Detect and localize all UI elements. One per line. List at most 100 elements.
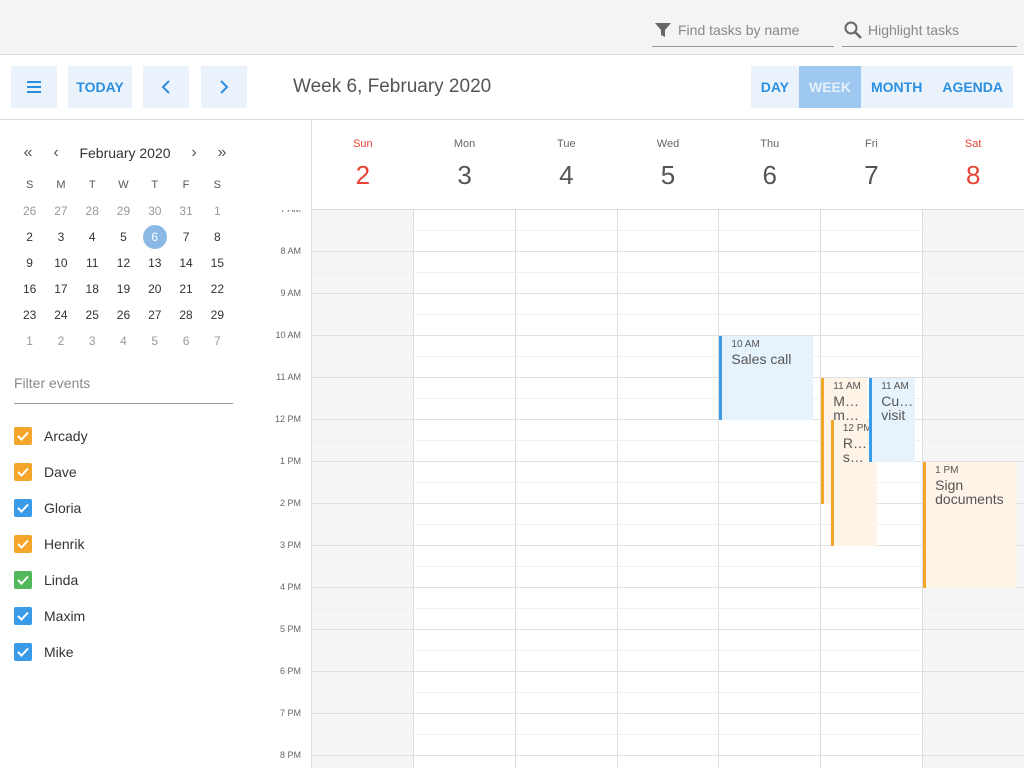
day-header-sun[interactable]: Sun 2 <box>312 120 414 209</box>
next-week-button[interactable] <box>201 66 247 108</box>
mini-calendar-day[interactable]: 18 <box>77 282 108 296</box>
time-label: 7 PM <box>279 708 301 718</box>
prev-year-icon[interactable]: « <box>14 144 42 162</box>
event-time: 11 AM <box>833 381 861 392</box>
mini-calendar-day[interactable]: 19 <box>108 282 139 296</box>
resource-filter-item[interactable]: Linda <box>14 562 88 598</box>
checkbox-checked-icon[interactable] <box>14 607 32 625</box>
next-month-icon[interactable]: › <box>180 144 208 162</box>
mini-calendar-day[interactable]: 7 <box>170 230 201 244</box>
resource-filter-item[interactable]: Henrik <box>14 526 88 562</box>
view-month-button[interactable]: MONTH <box>861 66 933 108</box>
checkbox-checked-icon[interactable] <box>14 499 32 517</box>
checkbox-checked-icon[interactable] <box>14 643 32 661</box>
calendar-event[interactable]: 1 PM Sign documents <box>923 462 1017 588</box>
resource-filter-item[interactable]: Maxim <box>14 598 88 634</box>
mini-calendar-day[interactable]: 26 <box>108 308 139 322</box>
mini-calendar-day[interactable]: 4 <box>108 334 139 348</box>
view-week-button[interactable]: WEEK <box>799 66 861 108</box>
menu-button[interactable] <box>11 66 57 108</box>
mini-calendar-day[interactable]: 17 <box>45 282 76 296</box>
mini-calendar-day[interactable]: 21 <box>170 282 201 296</box>
mini-calendar-day[interactable]: 3 <box>77 334 108 348</box>
checkbox-checked-icon[interactable] <box>14 571 32 589</box>
calendar-event[interactable]: 10 AM Sales call <box>719 336 814 420</box>
time-label: 2 PM <box>279 498 301 508</box>
mini-calendar-week: 16 17 18 19 20 21 22 <box>14 276 233 302</box>
mini-calendar-day[interactable]: 6 <box>170 334 201 348</box>
mini-calendar-day[interactable]: 11 <box>77 256 108 270</box>
event-time: 10 AM <box>731 339 760 350</box>
mini-calendar-day[interactable]: 31 <box>170 204 201 218</box>
half-hour-line <box>312 356 1024 357</box>
next-year-icon[interactable]: » <box>208 144 236 162</box>
mini-calendar-day[interactable]: 10 <box>45 256 76 270</box>
mini-calendar-day[interactable]: 14 <box>170 256 201 270</box>
mini-calendar-day[interactable]: 7 <box>202 334 233 348</box>
mini-calendar-day[interactable]: 29 <box>202 308 233 322</box>
mini-calendar-day[interactable]: 26 <box>14 204 45 218</box>
resource-filter-item[interactable]: Arcady <box>14 418 88 454</box>
find-tasks-field[interactable]: Find tasks by name <box>652 13 834 47</box>
mini-calendar-day[interactable]: 27 <box>45 204 76 218</box>
mini-calendar-day[interactable]: 2 <box>14 230 45 244</box>
mini-calendar-week: 9 10 11 12 13 14 15 <box>14 250 233 276</box>
mini-calendar-day[interactable]: 29 <box>108 204 139 218</box>
checkbox-checked-icon[interactable] <box>14 427 32 445</box>
mini-calendar-day[interactable]: 3 <box>45 230 76 244</box>
checkbox-checked-icon[interactable] <box>14 463 32 481</box>
mini-calendar-day[interactable]: 16 <box>14 282 45 296</box>
mini-calendar-day[interactable]: 30 <box>139 204 170 218</box>
today-button[interactable]: TODAY <box>68 66 132 108</box>
day-header-wed[interactable]: Wed 5 <box>617 120 719 209</box>
mini-calendar-day[interactable]: 24 <box>45 308 76 322</box>
mini-calendar-day[interactable]: 2 <box>45 334 76 348</box>
highlight-tasks-field[interactable]: Highlight tasks <box>842 13 1017 47</box>
view-day-button[interactable]: DAY <box>750 66 799 108</box>
day-header-thu[interactable]: Thu 6 <box>719 120 821 209</box>
mini-calendar-day[interactable]: 15 <box>202 256 233 270</box>
previous-week-button[interactable] <box>143 66 189 108</box>
event-title: Sales call <box>731 351 792 367</box>
day-header-tue[interactable]: Tue 4 <box>515 120 617 209</box>
mini-calendar-day[interactable]: 27 <box>139 308 170 322</box>
mini-calendar-day[interactable]: 9 <box>14 256 45 270</box>
day-name: Sun <box>353 138 373 150</box>
resource-filter-item[interactable]: Dave <box>14 454 88 490</box>
mini-calendar-day[interactable]: 1 <box>202 204 233 218</box>
mini-calendar-day[interactable]: 28 <box>77 204 108 218</box>
mini-calendar-day[interactable]: 4 <box>77 230 108 244</box>
mini-calendar-week: 1234567 <box>14 328 233 354</box>
resource-name: Mike <box>44 644 74 660</box>
mini-calendar-day[interactable]: 8 <box>202 230 233 244</box>
mini-calendar-day[interactable]: 28 <box>170 308 201 322</box>
calendar-event[interactable]: 11 AM Cu… visit <box>869 378 916 462</box>
mini-calendar-day[interactable]: 20 <box>139 282 170 296</box>
resource-filter-item[interactable]: Mike <box>14 634 88 670</box>
mini-calendar-day[interactable]: 1 <box>14 334 45 348</box>
half-hour-line <box>312 440 1024 441</box>
mini-calendar-day[interactable]: 5 <box>108 230 139 244</box>
hour-line <box>312 503 1024 504</box>
day-header-sat[interactable]: Sat 8 <box>922 120 1024 209</box>
checkbox-checked-icon[interactable] <box>14 535 32 553</box>
mini-calendar-day[interactable]: 12 <box>108 256 139 270</box>
day-number: 7 <box>864 160 879 190</box>
time-label: 11 AM <box>276 372 301 382</box>
filter-events-input[interactable]: Filter events <box>14 370 233 404</box>
mini-calendar-day[interactable]: 25 <box>77 308 108 322</box>
day-header-fri[interactable]: Fri 7 <box>821 120 923 209</box>
day-header-mon[interactable]: Mon 3 <box>414 120 516 209</box>
resource-filter-item[interactable]: Gloria <box>14 490 88 526</box>
half-hour-line <box>312 608 1024 609</box>
mini-calendar-day[interactable]: 5 <box>139 334 170 348</box>
mini-calendar-selected-day[interactable]: 6 <box>139 225 170 249</box>
mini-calendar-day[interactable]: 13 <box>139 256 170 270</box>
half-hour-line <box>312 692 1024 693</box>
time-label: 9 AM <box>280 288 301 298</box>
mini-calendar-day[interactable]: 23 <box>14 308 45 322</box>
view-agenda-button[interactable]: AGENDA <box>932 66 1013 108</box>
prev-month-icon[interactable]: ‹ <box>42 144 70 162</box>
mini-calendar-day[interactable]: 22 <box>202 282 233 296</box>
weekday-label: S <box>213 179 221 191</box>
